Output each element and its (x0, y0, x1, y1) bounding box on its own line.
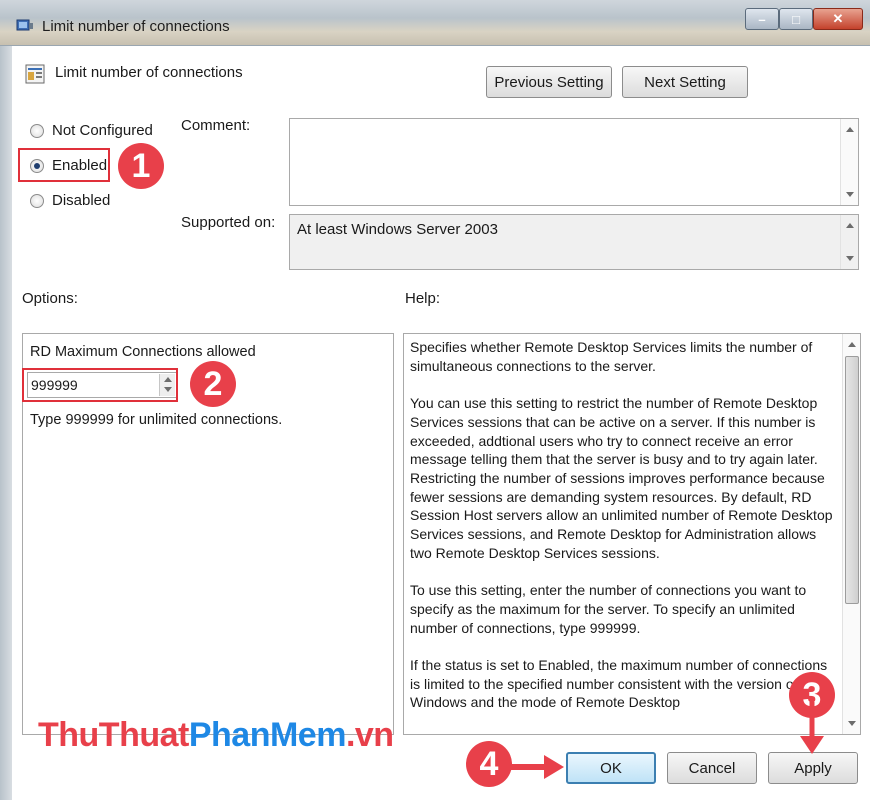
help-paragraph: If the status is set to Enabled, the max… (410, 656, 828, 711)
help-text: Specifies whether Remote Desktop Service… (410, 338, 840, 731)
arrow-down-icon (800, 702, 824, 754)
window-titlebar[interactable]: Limit number of connections – □ ✕ (0, 0, 870, 46)
max-connections-label: RD Maximum Connections allowed (30, 344, 256, 360)
radio-label: Disabled (52, 192, 111, 209)
cancel-button[interactable]: Cancel (667, 752, 757, 784)
callout-4: 4 (466, 741, 512, 787)
setting-title: Limit number of connections (55, 64, 243, 81)
help-panel: Specifies whether Remote Desktop Service… (403, 333, 861, 735)
close-button[interactable]: ✕ (813, 8, 863, 30)
scroll-up-icon[interactable] (846, 127, 854, 132)
watermark-part: ThuThuat (38, 716, 189, 754)
help-label: Help: (405, 290, 441, 307)
minimize-button[interactable]: – (745, 8, 779, 30)
scroll-up-icon[interactable] (846, 223, 854, 228)
ok-button[interactable]: OK (566, 752, 656, 784)
setting-icon (25, 64, 45, 84)
watermark-part: PhanMem (188, 716, 347, 754)
window-title: Limit number of connections (42, 18, 230, 35)
window-frame (0, 46, 12, 800)
watermark-logo: ThuThuatPhanMem.vn (38, 716, 394, 755)
arrow-right-icon (508, 755, 564, 779)
help-paragraph: You can use this setting to restrict the… (410, 395, 833, 561)
options-label: Options: (22, 290, 78, 307)
radio-disabled[interactable]: Disabled (30, 192, 110, 209)
scroll-thumb[interactable] (845, 356, 859, 604)
scroll-down-icon[interactable] (848, 721, 856, 726)
help-paragraph: Specifies whether Remote Desktop Service… (410, 339, 813, 374)
apply-button[interactable]: Apply (768, 752, 858, 784)
maximize-button[interactable]: □ (779, 8, 813, 30)
supported-field: At least Windows Server 2003 (289, 214, 859, 270)
comment-label: Comment: (181, 117, 251, 134)
callout-2: 2 (190, 361, 236, 407)
scroll-up-icon[interactable] (848, 342, 856, 347)
watermark-part: .vn (345, 716, 394, 754)
previous-setting-button[interactable]: Previous Setting (486, 66, 612, 98)
radio-circle[interactable] (30, 193, 44, 208)
help-scrollbar[interactable] (842, 334, 860, 734)
comment-scrollbar[interactable] (840, 119, 858, 205)
supported-value: At least Windows Server 2003 (297, 221, 498, 238)
spinbox-highlight-box (22, 368, 178, 402)
radio-not-configured[interactable]: Not Configured (30, 122, 153, 139)
supported-scrollbar[interactable] (840, 215, 858, 269)
next-setting-button[interactable]: Next Setting (622, 66, 748, 98)
help-paragraph: To use this setting, enter the number of… (410, 582, 807, 636)
callout-1: 1 (118, 143, 164, 189)
max-connections-hint: Type 999999 for unlimited connections. (30, 412, 283, 428)
radio-label: Not Configured (52, 122, 153, 139)
radio-circle[interactable] (30, 123, 44, 138)
comment-textarea[interactable] (289, 118, 859, 206)
enabled-highlight-box (18, 148, 110, 182)
scroll-down-icon[interactable] (846, 256, 854, 261)
scroll-down-icon[interactable] (846, 192, 854, 197)
policy-icon (16, 19, 33, 31)
supported-label: Supported on: (181, 214, 276, 231)
